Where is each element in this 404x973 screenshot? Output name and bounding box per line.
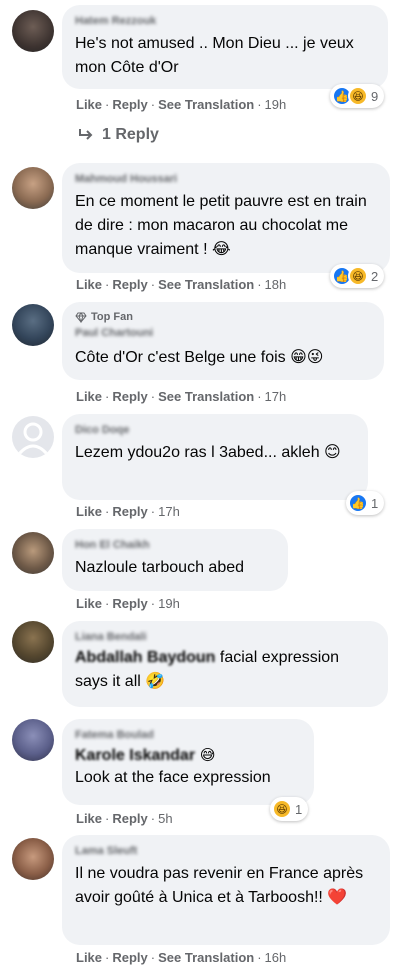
- view-replies-link[interactable]: 1 Reply: [78, 126, 159, 144]
- comment-author[interactable]: Hatem Rezzouk: [75, 14, 375, 28]
- comment-text: En ce moment le petit pauvre est en trai…: [75, 193, 367, 258]
- comment-emoji: 😅: [195, 746, 216, 764]
- like-button[interactable]: Like: [76, 504, 102, 519]
- haha-reaction-icon: 😆: [272, 799, 292, 819]
- avatar[interactable]: [12, 304, 54, 346]
- comment-timestamp[interactable]: 5h: [158, 811, 172, 826]
- reaction-count: 1: [295, 801, 303, 817]
- comment-text: Côte d'Or c'est Belge une fois 😁😜: [75, 349, 324, 366]
- comment-author[interactable]: Fatema Boulad: [75, 728, 301, 742]
- comment-bubble: Liana Bendali Abdallah Baydoun facial ex…: [62, 621, 388, 707]
- comment-actions: Like · Reply · 19h: [76, 596, 180, 611]
- reply-button[interactable]: Reply: [112, 97, 147, 112]
- avatar[interactable]: [12, 416, 54, 458]
- comment-author[interactable]: Hon El Chaikh: [75, 538, 275, 552]
- reply-button[interactable]: Reply: [112, 504, 147, 519]
- avatar[interactable]: [12, 10, 54, 52]
- comment-timestamp[interactable]: 17h: [158, 504, 180, 519]
- avatar[interactable]: [12, 621, 54, 663]
- top-fan-badge[interactable]: Top Fan: [75, 310, 371, 324]
- like-button[interactable]: Like: [76, 811, 102, 826]
- comment-text: He's not amused .. Mon Dieu ... je veux …: [75, 35, 354, 76]
- comment-timestamp[interactable]: 19h: [265, 97, 287, 112]
- comment-actions: Like · Reply · See Translation · 16h: [76, 950, 287, 965]
- reaction-summary[interactable]: 👍 😆 9: [330, 84, 385, 108]
- replies-count-label[interactable]: 1 Reply: [102, 126, 159, 144]
- comment-bubble: Dico Doqe Lezem ydou2o ras l 3abed... ak…: [62, 414, 368, 500]
- reply-arrow-icon: [79, 129, 93, 140]
- like-button[interactable]: Like: [76, 596, 102, 611]
- avatar[interactable]: [12, 719, 54, 761]
- comment-timestamp[interactable]: 16h: [265, 950, 287, 965]
- comment-author[interactable]: Lama Sleuft: [75, 844, 377, 858]
- comment-bubble: Mahmoud Houssari En ce moment le petit p…: [62, 163, 390, 273]
- reply-button[interactable]: Reply: [112, 950, 147, 965]
- comment-actions: Like · Reply · See Translation · 18h: [76, 277, 287, 292]
- avatar[interactable]: [12, 838, 54, 880]
- comment-actions: Like · Reply · See Translation · 17h: [76, 389, 287, 404]
- comment-author[interactable]: Mahmoud Houssari: [75, 172, 377, 186]
- comment-author[interactable]: Liana Bendali: [75, 630, 375, 644]
- comment-timestamp[interactable]: 18h: [265, 277, 287, 292]
- like-reaction-icon: 👍: [348, 493, 368, 513]
- comment-bubble: Lama Sleuft Il ne voudra pas revenir en …: [62, 835, 390, 945]
- reaction-count: 1: [371, 495, 379, 511]
- comment-text: Nazloule tarbouch abed: [75, 559, 245, 576]
- see-translation-button[interactable]: See Translation: [158, 277, 254, 292]
- comment-text: Il ne voudra pas revenir en France après…: [75, 865, 364, 906]
- reply-button[interactable]: Reply: [112, 596, 147, 611]
- comment-bubble: Hatem Rezzouk He's not amused .. Mon Die…: [62, 5, 388, 89]
- comment-bubble: Hon El Chaikh Nazloule tarbouch abed: [62, 529, 288, 591]
- avatar[interactable]: [12, 167, 54, 209]
- see-translation-button[interactable]: See Translation: [158, 97, 254, 112]
- haha-reaction-icon: 😆: [348, 266, 368, 286]
- reaction-summary[interactable]: 👍 😆 2: [330, 264, 385, 288]
- comment-actions: Like · Reply · 17h: [76, 504, 180, 519]
- reply-button[interactable]: Reply: [112, 277, 147, 292]
- top-fan-label: Top Fan: [91, 311, 133, 323]
- like-button[interactable]: Like: [76, 389, 102, 404]
- comment-text: Lezem ydou2o ras l 3abed... akleh 😊: [75, 444, 341, 461]
- avatar[interactable]: [12, 532, 54, 574]
- diamond-icon: [75, 311, 87, 323]
- default-avatar-icon: [17, 422, 49, 456]
- comment-text: Karole Iskandar 😅 Look at the face expre…: [75, 744, 301, 789]
- mention-link[interactable]: Karole Iskandar: [75, 747, 195, 764]
- comment-text: Abdallah Baydoun facial expression says …: [75, 646, 375, 694]
- comment-timestamp[interactable]: 17h: [265, 389, 287, 404]
- comment-actions: Like · Reply · 5h: [76, 811, 173, 826]
- haha-reaction-icon: 😆: [348, 86, 368, 106]
- reaction-summary[interactable]: 👍 1: [346, 491, 385, 515]
- comment-actions: Like · Reply · See Translation · 19h: [76, 97, 287, 112]
- comment-bubble: Top Fan Paul Chartouni Côte d'Or c'est B…: [62, 302, 384, 380]
- reaction-count: 9: [371, 88, 379, 104]
- reaction-summary[interactable]: 😆 1: [270, 797, 309, 821]
- see-translation-button[interactable]: See Translation: [158, 389, 254, 404]
- like-button[interactable]: Like: [76, 97, 102, 112]
- comment-author[interactable]: Dico Doqe: [75, 423, 355, 437]
- like-button[interactable]: Like: [76, 277, 102, 292]
- reply-button[interactable]: Reply: [112, 389, 147, 404]
- comment-timestamp[interactable]: 19h: [158, 596, 180, 611]
- see-translation-button[interactable]: See Translation: [158, 950, 254, 965]
- mention-link[interactable]: Abdallah Baydoun: [75, 649, 215, 666]
- reaction-count: 2: [371, 268, 379, 284]
- like-button[interactable]: Like: [76, 950, 102, 965]
- comment-author[interactable]: Paul Chartouni: [75, 326, 371, 340]
- comment-bubble: Fatema Boulad Karole Iskandar 😅 Look at …: [62, 719, 314, 805]
- comment-text-body: Look at the face expression: [75, 769, 271, 786]
- reply-button[interactable]: Reply: [112, 811, 147, 826]
